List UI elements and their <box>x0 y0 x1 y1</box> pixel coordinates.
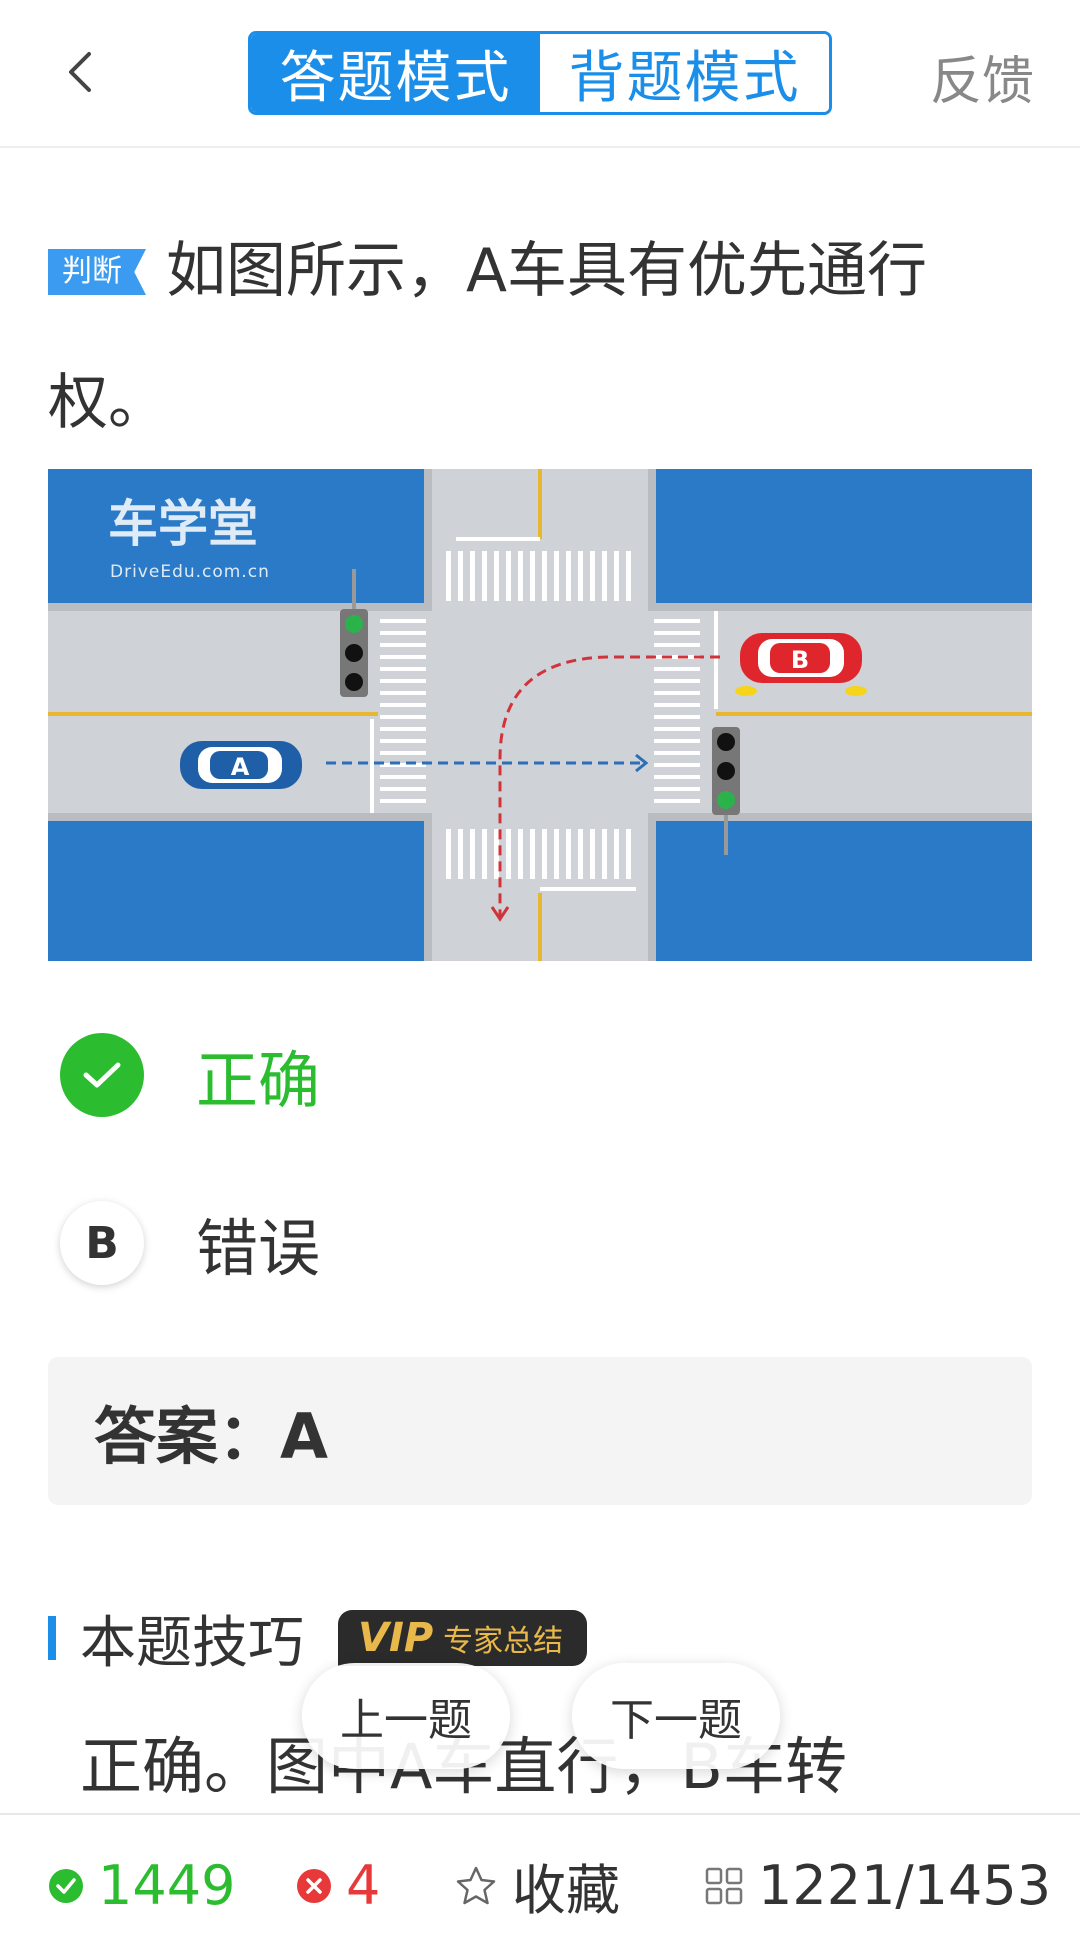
favorite-button[interactable]: 收藏 <box>454 1815 620 1954</box>
intersection-diagram: A B 车学堂 DriveEdu.com.cn <box>48 469 1032 961</box>
tip-header: 本题技巧 VIP 专家总结 <box>48 1600 588 1676</box>
answer-label: 答案：A <box>94 1400 328 1473</box>
question-text-block: 判断 如图所示，A车具有优先通行权。 <box>48 205 1038 469</box>
tip-body: 正确。图中A车直行，B车转 <box>80 1712 1020 1822</box>
block-bottom-right <box>648 821 1032 961</box>
wrong-count[interactable]: 4 <box>296 1815 380 1954</box>
option-b[interactable]: B 错误 <box>60 1198 960 1288</box>
back-button[interactable] <box>52 44 108 100</box>
vip-logo: VIP <box>358 1615 434 1661</box>
vip-badge[interactable]: VIP 专家总结 <box>338 1610 588 1666</box>
car-a: A <box>180 741 302 789</box>
tab-answer-mode[interactable]: 答题模式 <box>251 34 540 112</box>
mode-toggle: 答题模式 背题模式 <box>248 31 832 115</box>
check-icon <box>83 1062 121 1088</box>
question-type-badge: 判断 <box>48 249 146 295</box>
chevron-left-icon <box>69 52 91 92</box>
prev-question-button[interactable]: 上一题 <box>302 1663 510 1769</box>
question-figure: A B 车学堂 DriveEdu.com.cn <box>48 469 1032 961</box>
feedback-button[interactable]: 反馈 <box>930 40 1034 112</box>
correct-count[interactable]: 1449 <box>48 1815 235 1954</box>
watermark-url: DriveEdu.com.cn <box>110 562 270 582</box>
bottom-bar: 1449 4 收藏 1221/1453 <box>0 1813 1080 1954</box>
block-top-right <box>648 469 1032 603</box>
option-a-label: 正确 <box>196 1044 321 1117</box>
car-a-label: A <box>231 753 250 781</box>
block-bottom-left <box>48 821 432 961</box>
x-circle-icon <box>296 1868 332 1904</box>
correct-count-value: 1449 <box>98 1854 236 1917</box>
option-b-label: 错误 <box>196 1212 321 1285</box>
top-bar: 答题模式 背题模式 反馈 <box>0 0 1080 148</box>
vip-badge-label: 专家总结 <box>443 1624 564 1659</box>
wrong-count-value: 4 <box>346 1854 381 1917</box>
question-text: 如图所示，A车具有优先通行权。 <box>48 236 928 438</box>
check-circle-icon <box>48 1868 84 1904</box>
tip-title: 本题技巧 <box>80 1610 304 1676</box>
star-outline-icon <box>454 1865 498 1907</box>
section-accent-bar <box>48 1616 56 1660</box>
favorite-label: 收藏 <box>512 1859 620 1922</box>
next-question-button[interactable]: 下一题 <box>572 1663 780 1769</box>
answer-box: 答案：A <box>48 1357 1032 1505</box>
car-b-label: B <box>791 646 809 674</box>
progress-value: 1221/1453 <box>758 1854 1052 1917</box>
option-a-marker <box>60 1033 144 1117</box>
option-a[interactable]: 正确 <box>60 1030 960 1120</box>
tab-memorize-mode[interactable]: 背题模式 <box>540 34 829 112</box>
grid-icon <box>704 1866 744 1906</box>
watermark-title: 车学堂 <box>108 495 258 553</box>
option-b-marker: B <box>60 1201 144 1285</box>
question-progress[interactable]: 1221/1453 <box>704 1815 1051 1954</box>
